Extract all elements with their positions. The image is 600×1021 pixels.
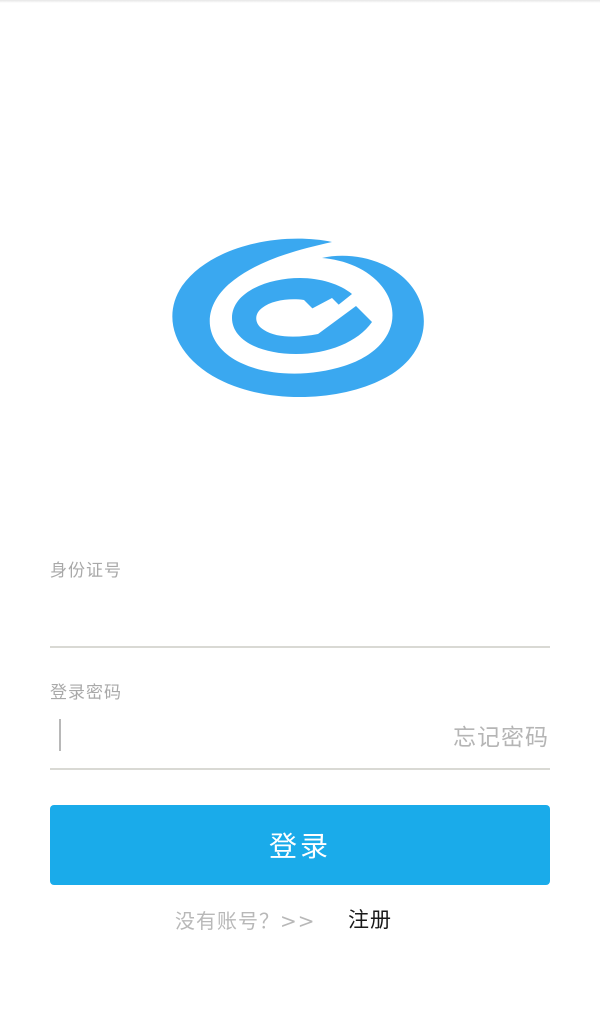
forgot-password-link[interactable]: 忘记密码 <box>453 718 549 752</box>
id-number-underline <box>50 646 550 648</box>
password-input[interactable] <box>50 714 434 762</box>
spiral-logo-icon <box>172 234 428 398</box>
text-cursor <box>59 719 61 751</box>
id-number-label: 身份证号 <box>50 561 122 581</box>
password-label: 登录密码 <box>50 683 122 703</box>
register-row: 没有账号？>> 注册 <box>0 903 600 937</box>
login-button[interactable]: 登录 <box>50 805 550 885</box>
register-link[interactable]: 注册 <box>348 904 392 934</box>
login-page: 身份证号 登录密码 忘记密码 登录 没有账号？>> 注册 <box>0 0 600 1021</box>
password-underline <box>50 768 550 770</box>
id-number-input[interactable] <box>50 598 554 644</box>
top-edge <box>0 0 600 3</box>
no-account-text: 没有账号？>> <box>175 909 316 933</box>
